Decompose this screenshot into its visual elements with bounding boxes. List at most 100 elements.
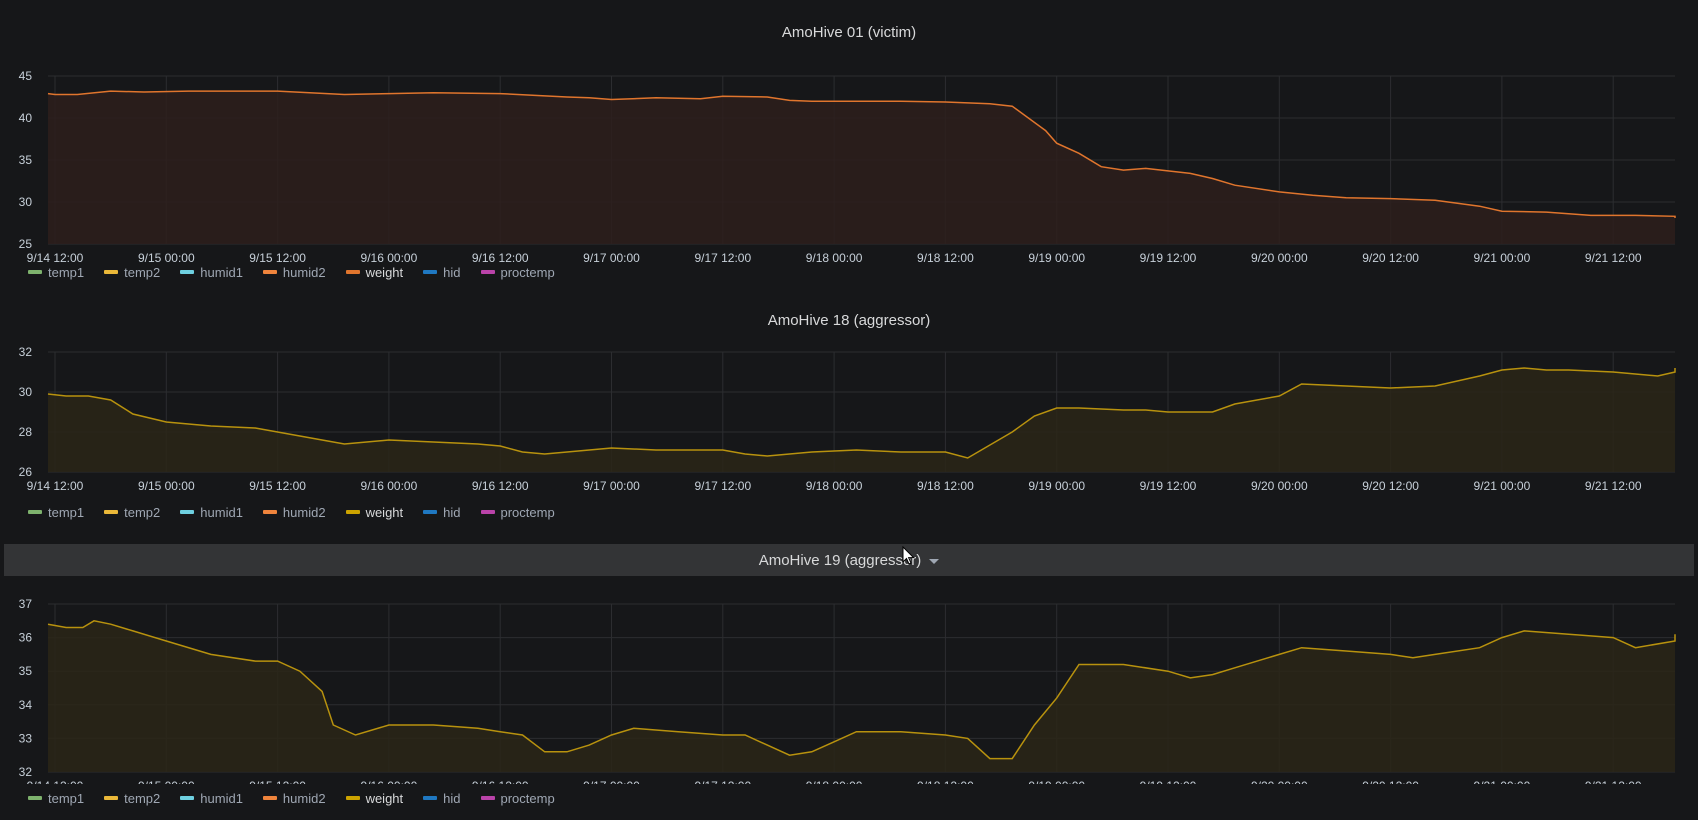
x-tick-label: 9/19 00:00 xyxy=(1028,779,1085,784)
x-tick-label: 9/21 00:00 xyxy=(1474,779,1531,784)
graph-legend: temp1 temp2 humid1 humid2 weight hid proctemp xyxy=(28,503,575,521)
series-area-weight xyxy=(48,368,1675,472)
legend-item-humid1[interactable]: humid1 xyxy=(180,505,243,520)
legend-swatch-icon xyxy=(180,510,195,514)
legend-item-weight[interactable]: weight xyxy=(345,505,403,520)
x-tick-label: 9/18 12:00 xyxy=(917,779,974,784)
legend-label: hid xyxy=(443,790,461,806)
legend-label: proctemp xyxy=(500,790,555,806)
x-tick-label: 9/19 12:00 xyxy=(1140,251,1197,265)
legend-label: temp1 xyxy=(48,790,85,806)
legend-label: temp2 xyxy=(124,504,161,520)
legend-item-humid1[interactable]: humid1 xyxy=(180,265,243,280)
legend-swatch-icon xyxy=(180,270,195,274)
x-tick-label: 9/17 12:00 xyxy=(694,779,751,784)
legend-item-humid1[interactable]: humid1 xyxy=(180,791,243,806)
legend-item-proctemp[interactable]: proctemp xyxy=(480,790,555,806)
y-tick-label: 33 xyxy=(19,731,33,745)
legend-label: weight xyxy=(365,790,404,806)
legend-item-hid[interactable]: hid xyxy=(423,790,461,806)
x-tick-label: 9/21 12:00 xyxy=(1585,479,1642,493)
legend-item-temp2[interactable]: temp2 xyxy=(104,265,160,280)
x-tick-label: 9/17 00:00 xyxy=(583,779,640,784)
graph-legend: temp1 temp2 humid1 humid2 weight hid proctemp xyxy=(28,789,575,807)
legend-item-humid2[interactable]: humid2 xyxy=(262,790,326,806)
legend-label: humid2 xyxy=(282,504,326,520)
legend-item-weight[interactable]: weight xyxy=(345,790,404,806)
graph-plot[interactable]: 26 28 30 32 9/14 12:00 9/15 00:00 9/15 12:00 9/… xyxy=(0,336,1698,526)
legend-item-proctemp[interactable]: proctemp xyxy=(480,264,555,280)
legend-label: temp2 xyxy=(124,264,161,280)
legend-item-temp1[interactable]: temp1 xyxy=(28,791,84,806)
legend-label: humid1 xyxy=(200,790,243,806)
legend-item-humid2[interactable]: humid2 xyxy=(262,504,326,520)
x-tick-label: 9/18 00:00 xyxy=(806,479,863,493)
legend-label: proctemp xyxy=(500,504,555,520)
x-tick-label: 9/16 00:00 xyxy=(361,479,418,493)
panel-title: AmoHive 18 (aggressor) xyxy=(767,311,931,329)
legend-swatch-icon xyxy=(104,796,119,800)
panel-title: AmoHive 19 (aggressor) xyxy=(758,551,922,569)
legend-label: hid xyxy=(443,504,461,520)
panel-amohive-19: AmoHive 19 (aggressor) 32 33 34 35 36 37 9/14 … xyxy=(0,544,1698,820)
legend-label: temp1 xyxy=(48,504,85,520)
panel-title-bar[interactable]: AmoHive 01 (victim) xyxy=(4,16,1694,48)
legend-item-hid[interactable]: hid xyxy=(423,504,461,520)
x-tick-label: 9/14 12:00 xyxy=(27,779,84,784)
panel-amohive-18: AmoHive 18 (aggressor) 26 28 30 32 9/14 12:0… xyxy=(0,304,1698,524)
y-tick-label: 36 xyxy=(19,631,33,645)
legend-label: proctemp xyxy=(500,264,555,280)
x-tick-label: 9/21 12:00 xyxy=(1585,779,1642,784)
legend-item-proctemp[interactable]: proctemp xyxy=(480,504,555,520)
legend-swatch-icon xyxy=(423,796,438,800)
legend-swatch-icon xyxy=(104,270,119,274)
legend-item-hid[interactable]: hid xyxy=(423,265,461,280)
legend-item-temp2[interactable]: temp2 xyxy=(104,505,160,520)
legend-swatch-icon xyxy=(262,270,277,274)
panel-menu-chevron-down-icon[interactable] xyxy=(929,559,940,564)
x-tick-label: 9/20 00:00 xyxy=(1251,479,1308,493)
x-tick-label: 9/16 12:00 xyxy=(472,479,529,493)
legend-item-temp2[interactable]: temp2 xyxy=(104,791,160,806)
legend-item-temp1[interactable]: temp1 xyxy=(28,265,84,280)
legend-label: humid2 xyxy=(282,264,326,280)
y-tick-label: 26 xyxy=(19,465,33,479)
x-tick-label: 9/19 00:00 xyxy=(1028,251,1085,265)
y-tick-label: 45 xyxy=(19,69,33,83)
x-tick-label: 9/21 12:00 xyxy=(1585,251,1642,265)
x-tick-label: 9/20 12:00 xyxy=(1362,479,1419,493)
mouse-cursor-icon xyxy=(902,546,915,565)
legend-swatch-icon xyxy=(28,796,42,800)
series-area-weight xyxy=(48,620,1675,772)
legend-label: humid2 xyxy=(282,790,326,806)
legend-label: humid1 xyxy=(200,264,243,280)
legend-item-humid2[interactable]: humid2 xyxy=(262,264,326,280)
legend-swatch-icon xyxy=(345,796,360,800)
panel-title-bar[interactable]: AmoHive 19 (aggressor) xyxy=(4,544,1694,576)
x-tick-label: 9/18 00:00 xyxy=(806,251,863,265)
x-tick-label: 9/17 00:00 xyxy=(583,479,640,493)
x-tick-label: 9/21 00:00 xyxy=(1474,479,1531,493)
legend-swatch-icon xyxy=(262,796,277,800)
x-tick-label: 9/17 00:00 xyxy=(583,251,640,265)
legend-label: temp1 xyxy=(48,264,85,280)
legend-swatch-icon xyxy=(262,510,277,514)
series-area-weight xyxy=(48,91,1675,244)
x-tick-label: 9/15 12:00 xyxy=(249,479,306,493)
x-tick-label: 9/14 12:00 xyxy=(27,479,84,493)
y-tick-label: 34 xyxy=(19,698,33,712)
legend-item-temp1[interactable]: temp1 xyxy=(28,505,84,520)
panel-title-bar[interactable]: AmoHive 18 (aggressor) xyxy=(4,304,1694,336)
x-tick-label: 9/20 00:00 xyxy=(1251,251,1308,265)
panel-amohive-01: AmoHive 01 (victim) 25 30 35 40 45 9/14 12:00… xyxy=(0,16,1698,286)
x-tick-label: 9/17 12:00 xyxy=(694,479,751,493)
graph-plot[interactable]: 32 33 34 35 36 37 9/14 12:00 9/15 00:00 9/15 12:… xyxy=(0,584,1698,784)
y-tick-label: 35 xyxy=(19,153,33,167)
legend-swatch-icon xyxy=(423,510,438,514)
legend-item-weight[interactable]: weight xyxy=(345,265,403,280)
graph-plot[interactable]: 25303540459/14 12:00 9/15 00:00 9/15 12:00… xyxy=(0,48,1698,288)
x-tick-label: 9/19 00:00 xyxy=(1028,479,1085,493)
legend-swatch-icon xyxy=(104,510,119,514)
legend-label: humid1 xyxy=(200,504,243,520)
x-tick-label: 9/18 00:00 xyxy=(806,779,863,784)
